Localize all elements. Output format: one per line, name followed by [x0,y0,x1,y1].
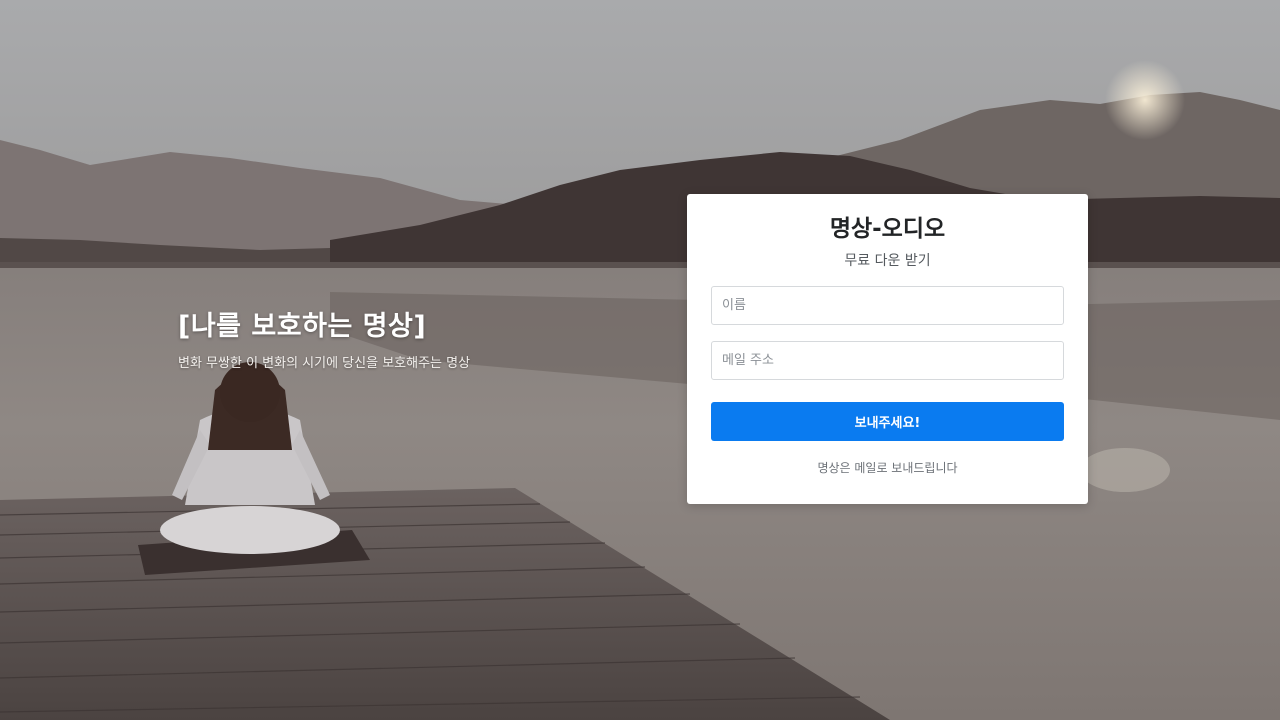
email-input[interactable] [711,341,1064,380]
signup-card: 명상-오디오 무료 다운 받기 보내주세요! 명상은 메일로 보내드립니다 [687,194,1088,504]
hero-title: [나를 보호하는 명상] [178,311,427,342]
hero-subtitle: 변화 무쌍한 이 변화의 시기에 당신을 보호해주는 명상 [178,356,471,371]
submit-button[interactable]: 보내주세요! [711,402,1064,441]
landing-page: [나를 보호하는 명상] 변화 무쌍한 이 변화의 시기에 당신을 보호해주는 … [0,0,1280,720]
form-note: 명상은 메일로 보내드립니다 [817,461,958,475]
name-input[interactable] [711,286,1064,325]
form-title: 명상-오디오 [829,216,946,242]
hero-section: [나를 보호하는 명상] 변화 무쌍한 이 변화의 시기에 당신을 보호해주는 … [178,310,658,371]
form-subtitle: 무료 다운 받기 [844,253,931,269]
